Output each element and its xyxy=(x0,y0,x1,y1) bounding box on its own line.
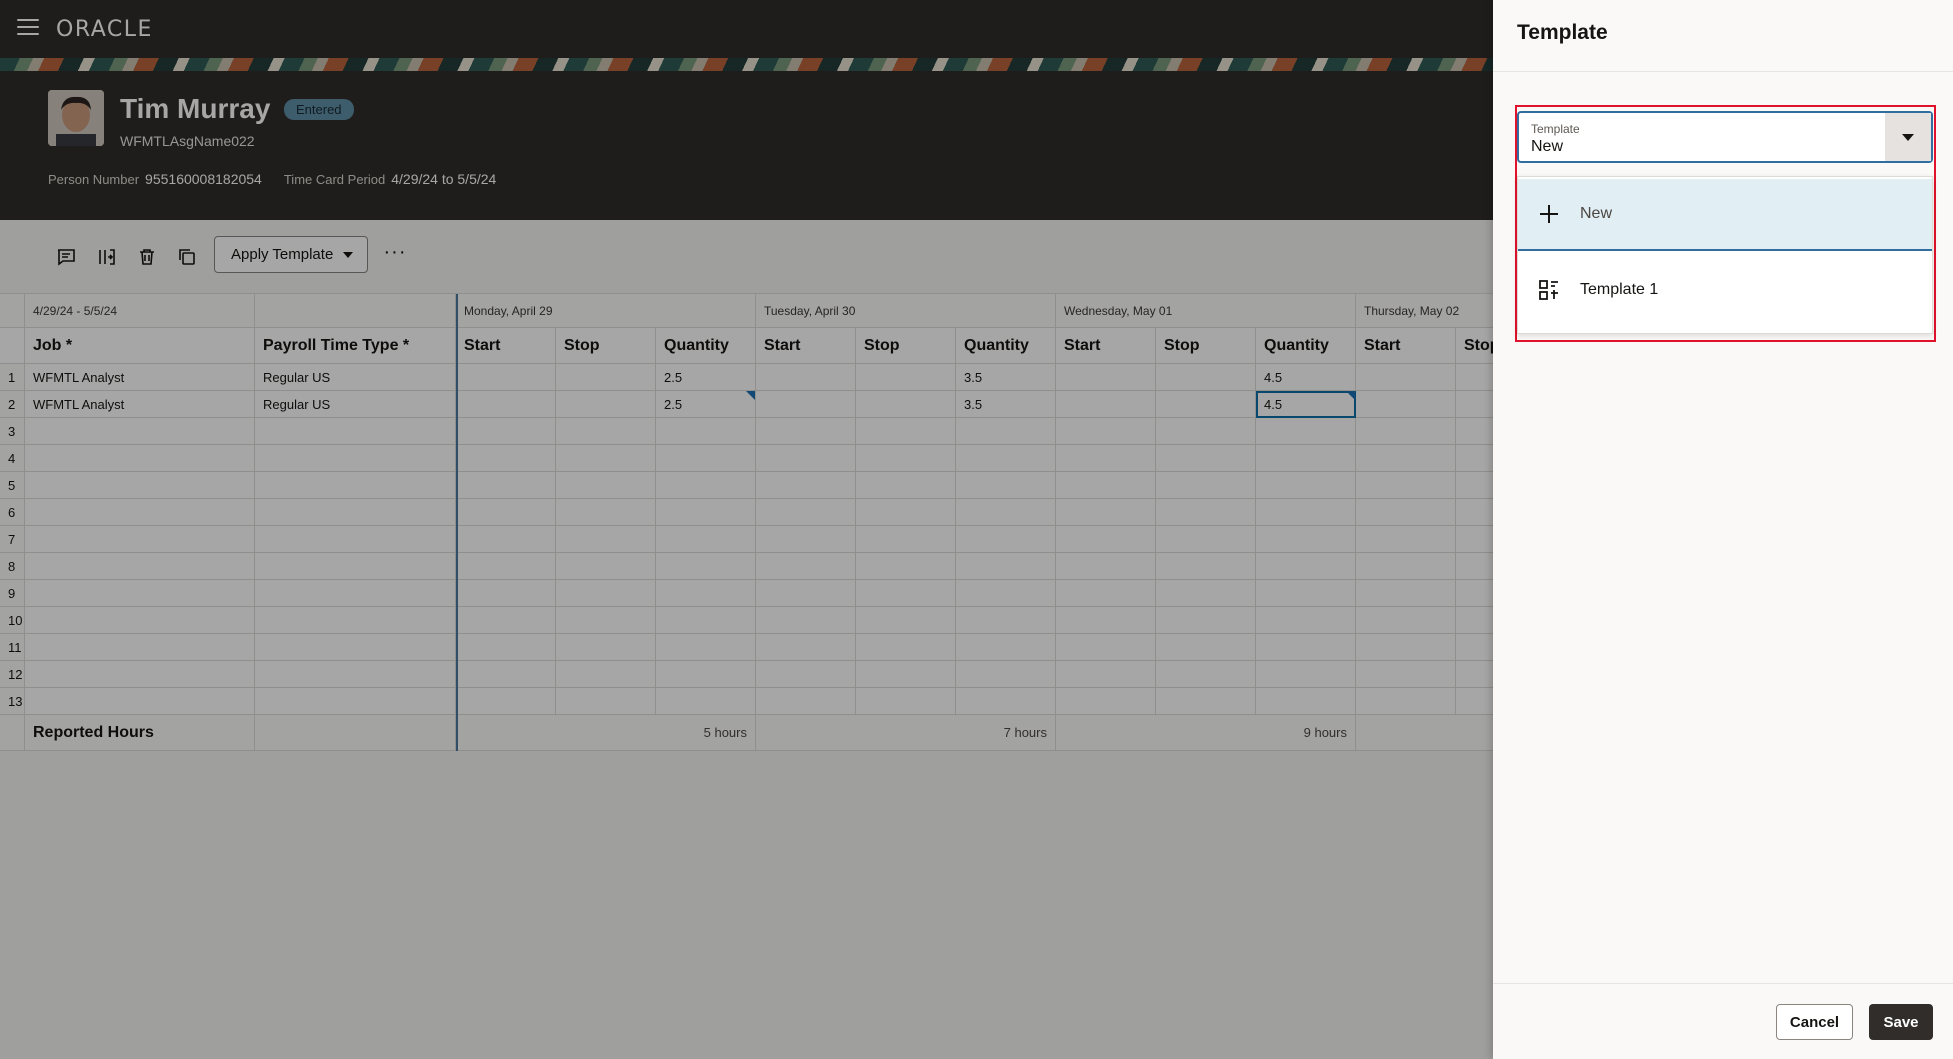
template-icon xyxy=(1536,277,1562,303)
option-template-1[interactable]: Template 1 xyxy=(1518,253,1932,327)
template-select[interactable]: Template New xyxy=(1517,111,1933,163)
template-select-label: Template xyxy=(1531,122,1580,136)
cancel-button[interactable]: Cancel xyxy=(1776,1004,1853,1040)
option-label: New xyxy=(1580,205,1613,222)
divider xyxy=(1493,71,1953,72)
option-new[interactable]: New xyxy=(1518,179,1932,251)
template-select-value[interactable]: New xyxy=(1531,138,1563,156)
divider xyxy=(1493,983,1953,984)
plus-icon xyxy=(1536,201,1562,227)
option-label: Template 1 xyxy=(1580,281,1659,298)
template-drawer: Template Template New New Template 1 Can… xyxy=(1493,0,1953,1059)
timecard-app: ORACLE Tim Murray Entered WFMTLAsgName02… xyxy=(0,0,1493,1059)
modal-overlay[interactable] xyxy=(0,0,1493,1059)
dropdown-toggle[interactable] xyxy=(1885,113,1931,161)
drawer-title: Template xyxy=(1517,21,1608,44)
save-button[interactable]: Save xyxy=(1869,1004,1933,1040)
template-listbox: New Template 1 xyxy=(1517,176,1933,334)
chevron-down-icon xyxy=(1902,133,1914,141)
